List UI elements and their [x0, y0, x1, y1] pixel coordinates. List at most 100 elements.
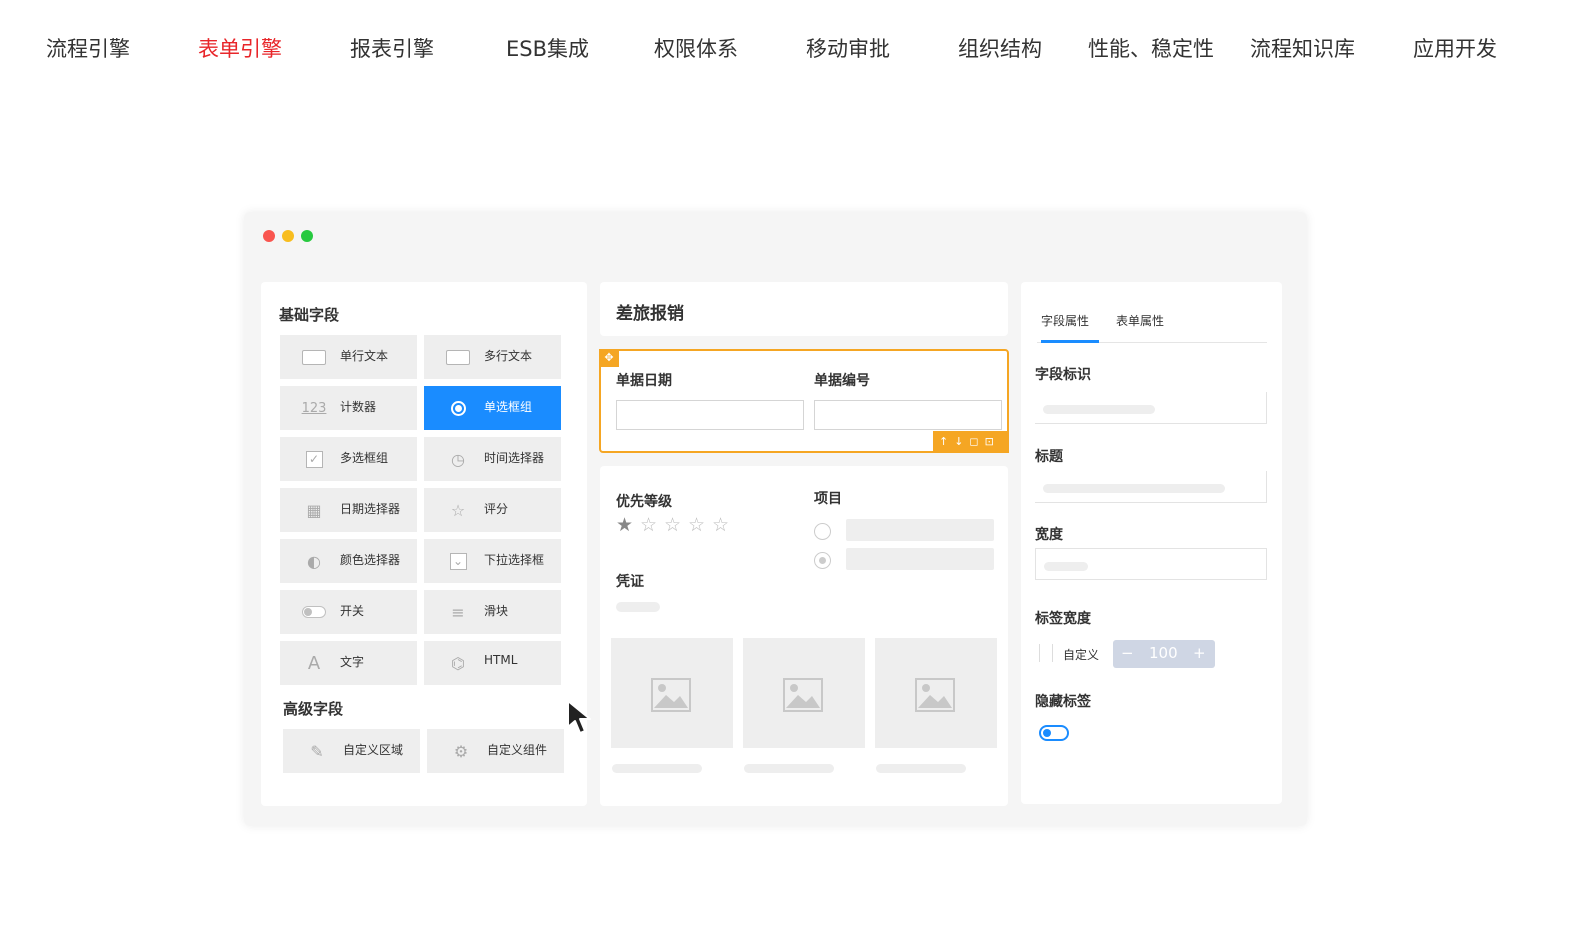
plus-button[interactable]: +	[1193, 644, 1206, 662]
calendar-icon: ▦	[306, 500, 322, 520]
custom-component-icon: ⚙	[453, 741, 469, 761]
field-label: 日期选择器	[340, 502, 401, 516]
move-icon[interactable]: ✥	[599, 349, 619, 367]
caption-placeholder	[744, 764, 834, 773]
field-label: 颜色选择器	[340, 553, 401, 567]
image-icon	[783, 678, 823, 712]
tab-active-indicator	[1041, 340, 1099, 343]
image-placeholder[interactable]	[875, 638, 997, 748]
field-switch[interactable]: 开关	[280, 590, 417, 634]
nav-item-mobile-approval[interactable]: 移动审批	[806, 32, 890, 66]
advanced-fields-title: 高级字段	[283, 700, 344, 718]
priority-label: 优先等级	[616, 494, 672, 510]
field-custom-component[interactable]: ⚙ 自定义组件	[427, 729, 564, 773]
property-panel: 字段属性 表单属性 字段标识 标题 宽度 标签宽度 自定义 − 100 + 隐藏…	[1021, 282, 1282, 804]
label-width-stepper[interactable]: − 100 +	[1113, 640, 1215, 668]
nav-item-performance[interactable]: 性能、稳定性	[1088, 32, 1214, 66]
nav-item-esb[interactable]: ESB集成	[506, 32, 589, 66]
field-html[interactable]: ⌬ HTML	[424, 641, 561, 685]
voucher-placeholder	[616, 602, 660, 612]
project-option-1	[846, 519, 994, 541]
field-counter[interactable]: 123 计数器	[280, 386, 417, 430]
field-slider[interactable]: ≡ 滑块	[424, 590, 561, 634]
selected-field-row[interactable]: ✥ 单据日期 单据编号 ↑↓◻⊡	[599, 349, 1009, 453]
date-input[interactable]	[616, 400, 804, 430]
counter-icon: 123	[301, 400, 327, 416]
minus-button[interactable]: −	[1121, 644, 1134, 662]
field-label: 计数器	[340, 400, 377, 414]
single-line-text-icon	[302, 346, 326, 368]
tab-field-props[interactable]: 字段属性	[1041, 312, 1089, 329]
app-window: 基础字段 单行文本 多行文本 123 计数器 单选框组 ✓ 多选框组 ◷ 时间选…	[244, 212, 1307, 826]
nav-item-process-engine[interactable]: 流程引擎	[46, 32, 130, 66]
field-color-picker[interactable]: ◐ 颜色选择器	[280, 539, 417, 583]
field-id-label: 字段标识	[1035, 367, 1091, 383]
date-label: 单据日期	[616, 373, 672, 389]
label-width-label: 标签宽度	[1035, 611, 1091, 627]
custom-checkbox[interactable]	[1039, 644, 1053, 662]
radio-group-icon	[446, 397, 470, 419]
palette-icon: ◐	[307, 551, 321, 571]
field-label: 时间选择器	[484, 451, 545, 465]
field-label: 单选框组	[484, 400, 533, 414]
close-dot[interactable]	[263, 230, 275, 242]
field-label: 多行文本	[484, 349, 533, 363]
star-icon[interactable]: ★	[616, 514, 633, 536]
star-icon[interactable]: ☆	[664, 514, 681, 536]
project-label: 项目	[814, 491, 842, 507]
nav-item-report-engine[interactable]: 报表引擎	[350, 32, 434, 66]
field-rating[interactable]: ☆ 评分	[424, 488, 561, 532]
nav-item-form-engine[interactable]: 表单引擎	[198, 32, 282, 66]
image-icon	[651, 678, 691, 712]
number-label: 单据编号	[814, 373, 870, 389]
hide-label-label: 隐藏标签	[1035, 694, 1091, 710]
field-toolbar[interactable]: ↑↓◻⊡	[933, 431, 1009, 453]
image-icon	[915, 678, 955, 712]
nav-item-org-structure[interactable]: 组织结构	[958, 32, 1042, 66]
field-label: 评分	[484, 502, 509, 516]
field-label: 滑块	[484, 604, 509, 618]
field-date-picker[interactable]: ▦ 日期选择器	[280, 488, 417, 532]
stepper-value: 100	[1149, 644, 1178, 662]
toggle-icon	[302, 601, 326, 623]
hide-label-switch[interactable]	[1039, 725, 1069, 741]
nav-item-app-dev[interactable]: 应用开发	[1413, 32, 1497, 66]
top-nav: 流程引擎 表单引擎 报表引擎 ESB集成 权限体系 移动审批 组织结构 性能、稳…	[0, 0, 1587, 100]
field-time-picker[interactable]: ◷ 时间选择器	[424, 437, 561, 481]
form-title[interactable]: 差旅报销	[616, 299, 684, 324]
field-radio-group[interactable]: 单选框组	[424, 386, 561, 430]
star-icon[interactable]: ☆	[640, 514, 657, 536]
star-icon[interactable]: ☆	[688, 514, 705, 536]
title-label: 标题	[1035, 449, 1063, 465]
field-custom-area[interactable]: ✎ 自定义区域	[283, 729, 420, 773]
field-multi-line-text[interactable]: 多行文本	[424, 335, 561, 379]
field-id-input[interactable]	[1035, 392, 1267, 424]
project-radio-2[interactable]	[814, 552, 831, 569]
field-dropdown[interactable]: ⌄ 下拉选择框	[424, 539, 561, 583]
field-label: HTML	[484, 653, 518, 667]
tab-form-props[interactable]: 表单属性	[1116, 312, 1164, 329]
title-input[interactable]	[1035, 471, 1267, 503]
field-label: 多选框组	[340, 451, 389, 465]
field-label: 文字	[340, 655, 365, 669]
project-radio-1[interactable]	[814, 523, 831, 540]
star-icon[interactable]: ☆	[712, 514, 729, 536]
html-icon: ⌬	[451, 653, 465, 673]
maximize-dot[interactable]	[301, 230, 313, 242]
slider-icon: ≡	[451, 602, 465, 622]
basic-fields-title: 基础字段	[279, 306, 340, 324]
number-input[interactable]	[814, 400, 1002, 430]
field-checkbox-group[interactable]: ✓ 多选框组	[280, 437, 417, 481]
image-placeholder[interactable]	[611, 638, 733, 748]
clock-icon: ◷	[451, 449, 465, 469]
nav-item-knowledge-base[interactable]: 流程知识库	[1250, 32, 1355, 66]
nav-item-permissions[interactable]: 权限体系	[654, 32, 738, 66]
minimize-dot[interactable]	[282, 230, 294, 242]
field-label: 下拉选择框	[484, 553, 545, 567]
width-input[interactable]	[1035, 548, 1267, 580]
text-icon: A	[307, 652, 321, 674]
image-placeholder[interactable]	[743, 638, 865, 748]
field-label: 单行文本	[340, 349, 389, 363]
field-text[interactable]: A 文字	[280, 641, 417, 685]
field-single-line-text[interactable]: 单行文本	[280, 335, 417, 379]
